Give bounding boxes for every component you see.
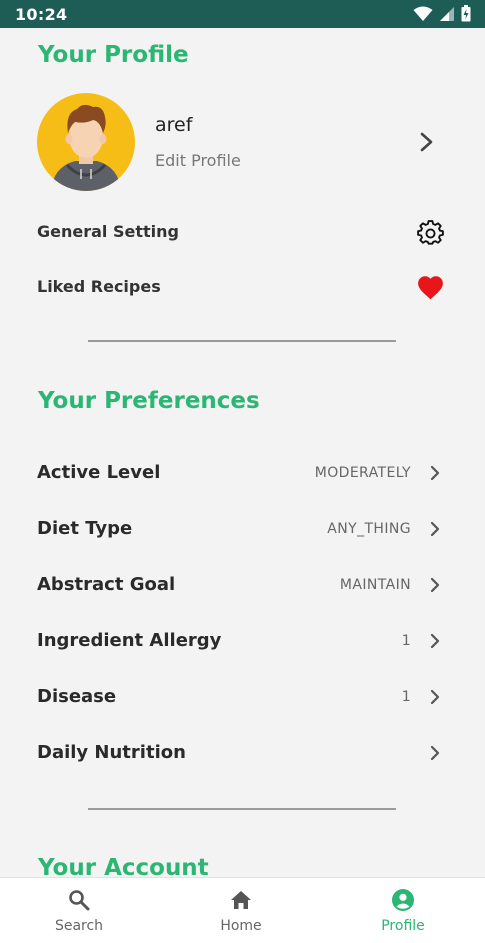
status-time: 10:24 [15, 5, 68, 24]
pref-value: MODERATELY [314, 465, 411, 481]
nav-label: Profile [381, 918, 425, 934]
pref-label: Ingredient Allergy [37, 630, 222, 651]
home-icon [231, 891, 251, 909]
section-divider [88, 340, 396, 342]
nav-item-home[interactable]: Home [181, 878, 301, 943]
pref-label: Abstract Goal [37, 574, 176, 595]
nav-item-profile[interactable]: Profile [343, 878, 463, 943]
pref-value: 1 [401, 689, 411, 705]
section-divider [88, 808, 396, 810]
pref-value: MAINTAIN [339, 577, 411, 593]
pref-row-ingredient-allergy[interactable]: Ingredient Allergy 1 [0, 622, 485, 662]
profile-icon [392, 889, 414, 911]
nav-label: Search [54, 918, 104, 934]
wifi-icon [413, 6, 433, 21]
liked-recipes-label[interactable]: Liked Recipes [37, 277, 161, 296]
nav-label: Home [220, 918, 262, 934]
profile-screen[interactable]: Your Profile aref Edit Profile General S… [0, 28, 485, 877]
bottom-navigation: Search Home Profile [0, 877, 485, 943]
heart-icon[interactable] [417, 275, 444, 300]
edit-profile-link[interactable]: Edit Profile [155, 151, 241, 170]
pref-row-diet-type[interactable]: Diet Type ANY_THING [0, 510, 485, 550]
chevron-right-icon [430, 689, 440, 705]
battery-icon [461, 5, 471, 22]
pref-value: ANY_THING [327, 521, 411, 537]
gear-icon[interactable] [417, 220, 444, 247]
chevron-right-icon [430, 745, 440, 761]
account-section-title: Your Account [38, 855, 209, 877]
status-bar: 10:24 [0, 0, 485, 28]
pref-label: Active Level [37, 462, 161, 483]
profile-name: aref [155, 114, 193, 136]
nav-item-search[interactable]: Search [19, 878, 139, 943]
avatar-illustration [51, 104, 121, 191]
search-icon [69, 890, 90, 911]
status-icons [413, 5, 471, 22]
chevron-right-icon [430, 633, 440, 649]
chevron-right-icon[interactable] [418, 131, 436, 153]
pref-label: Disease [37, 686, 117, 707]
chevron-right-icon [430, 521, 440, 537]
general-setting-label[interactable]: General Setting [37, 222, 179, 241]
chevron-right-icon [430, 577, 440, 593]
pref-row-active-level[interactable]: Active Level MODERATELY [0, 454, 485, 494]
pref-label: Diet Type [37, 518, 133, 539]
chevron-right-icon [430, 465, 440, 481]
pref-row-daily-nutrition[interactable]: Daily Nutrition [0, 734, 485, 774]
avatar[interactable] [37, 93, 135, 191]
pref-value: 1 [401, 633, 411, 649]
preferences-section-title: Your Preferences [38, 388, 260, 414]
signal-icon [440, 6, 454, 21]
pref-row-disease[interactable]: Disease 1 [0, 678, 485, 718]
profile-section-title: Your Profile [38, 42, 189, 68]
pref-label: Daily Nutrition [37, 742, 186, 763]
pref-row-abstract-goal[interactable]: Abstract Goal MAINTAIN [0, 566, 485, 606]
